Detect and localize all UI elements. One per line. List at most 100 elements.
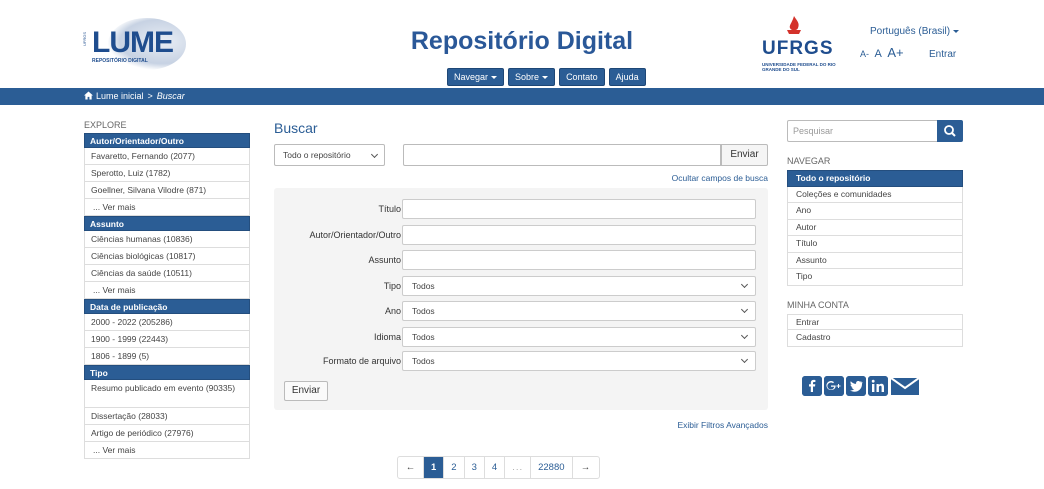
title-field[interactable] — [402, 199, 756, 219]
nav-ajuda-button[interactable]: Ajuda — [608, 68, 646, 86]
breadcrumb: Lume inicial > Buscar — [84, 91, 185, 101]
language-select[interactable]: Todos — [402, 327, 756, 347]
search-submit-button[interactable]: Enviar — [721, 144, 768, 166]
facet-item[interactable]: Ciências da saúde (10511) — [84, 265, 250, 282]
facet-item[interactable]: Goellner, Silvana Vilodre (871) — [84, 182, 250, 199]
prev-page-button[interactable]: ← — [398, 457, 424, 478]
facet-more-link[interactable]: ... Ver mais — [84, 282, 250, 299]
facet-item[interactable]: 1900 - 1999 (22443) — [84, 331, 250, 348]
google-plus-icon[interactable] — [824, 376, 844, 396]
caret-down-icon — [953, 29, 960, 33]
account-list: Entrar Cadastro — [787, 313, 963, 347]
chevron-down-icon — [740, 280, 749, 289]
search-button[interactable] — [937, 120, 963, 142]
ufrgs-logo[interactable]: UFRGS UNIVERSIDADE FEDERAL DO RIO GRANDE… — [760, 16, 838, 76]
advanced-submit-button[interactable]: Enviar — [284, 381, 328, 401]
search-input[interactable]: Pesquisar — [787, 120, 938, 142]
nav-item-collections[interactable]: Coleções e comunidades — [787, 186, 963, 203]
sidebar-search: Pesquisar — [787, 120, 963, 142]
login-link[interactable]: Entrar — [929, 49, 956, 60]
caret-down-icon — [542, 76, 549, 80]
nav-item-author[interactable]: Autor — [787, 219, 963, 236]
type-select[interactable]: Todos — [402, 276, 756, 296]
facet-item[interactable]: Resumo publicado em evento (90335) — [84, 380, 250, 408]
flame-icon — [787, 16, 801, 34]
subject-field[interactable] — [402, 250, 756, 270]
next-page-button[interactable]: → — [573, 457, 599, 478]
ufrgs-subtitle: UNIVERSIDADE FEDERAL DO RIO GRANDE DO SU… — [762, 62, 836, 72]
social-links — [802, 376, 920, 396]
font-reset-button[interactable]: A — [875, 48, 882, 60]
field-label: Ano — [384, 306, 401, 316]
page-2-button[interactable]: 2 — [444, 457, 465, 478]
year-select[interactable]: Todos — [402, 301, 756, 321]
breadcrumb-current: Buscar — [156, 91, 185, 101]
search-row: Todo o repositório Enviar — [274, 144, 768, 166]
show-advanced-filters-link[interactable]: Exibir Filtros Avançados — [677, 420, 768, 430]
nav-label: Ajuda — [615, 72, 639, 82]
advanced-search-panel: Título Autor/Orientador/Outro Assunto Ti… — [274, 188, 768, 410]
field-label: Assunto — [368, 255, 401, 265]
breadcrumb-bar: Lume inicial > Buscar — [0, 88, 1044, 105]
field-row-year: Ano Todos — [274, 301, 768, 321]
facet-more-link[interactable]: ... Ver mais — [84, 199, 250, 216]
facet-more-link[interactable]: ... Ver mais — [84, 442, 250, 459]
facet-item[interactable]: Dissertação (28033) — [84, 408, 250, 425]
field-label: Autor/Orientador/Outro — [309, 230, 401, 240]
facebook-icon[interactable] — [802, 376, 822, 396]
breadcrumb-home-link[interactable]: Lume inicial — [96, 91, 144, 101]
site-header: UFRGS LUME REPOSITÓRIO DIGITAL Repositór… — [0, 0, 1044, 88]
language-selector[interactable]: Português (Brasil) — [870, 26, 960, 37]
nav-item-year[interactable]: Ano — [787, 203, 963, 220]
facet-item[interactable]: 1806 - 1899 (5) — [84, 348, 250, 365]
font-decrease-button[interactable]: A- — [860, 49, 869, 59]
last-page-button[interactable]: 22880 — [531, 457, 573, 478]
ufrgs-word: UFRGS — [762, 38, 834, 59]
logo-subtitle: REPOSITÓRIO DIGITAL — [92, 58, 148, 64]
select-value: Todos — [412, 332, 435, 342]
facet-item[interactable]: 2000 - 2022 (205286) — [84, 314, 250, 331]
facet-item[interactable]: Sperotto, Luiz (1782) — [84, 165, 250, 182]
field-row-type: Tipo Todos — [274, 276, 768, 296]
navigate-heading: NAVEGAR — [787, 156, 831, 166]
account-login-link[interactable]: Entrar — [787, 313, 963, 330]
nav-item-all[interactable]: Todo o repositório — [787, 170, 963, 187]
facet-item[interactable]: Ciências biológicas (10817) — [84, 248, 250, 265]
field-row-title: Título — [274, 199, 768, 219]
top-navigation: Navegar Sobre Contato Ajuda — [447, 68, 646, 86]
file-format-select[interactable]: Todos — [402, 351, 756, 371]
twitter-icon[interactable] — [846, 376, 866, 396]
page-4-button[interactable]: 4 — [485, 457, 506, 478]
breadcrumb-separator: > — [147, 91, 153, 101]
nav-item-subject[interactable]: Assunto — [787, 252, 963, 269]
facet-item[interactable]: Favaretto, Fernando (2077) — [84, 148, 250, 165]
field-row-language: Idioma Todos — [274, 327, 768, 347]
facet-heading-subject: Assunto — [84, 216, 250, 231]
explore-sidebar: EXPLORE Autor/Orientador/Outro Favaretto… — [84, 120, 250, 459]
account-heading: MINHA CONTA — [787, 299, 849, 310]
page-3-button[interactable]: 3 — [465, 457, 485, 478]
nav-contato-button[interactable]: Contato — [559, 68, 605, 86]
hide-search-fields-link[interactable]: Ocultar campos de busca — [672, 173, 768, 183]
linkedin-icon[interactable] — [868, 376, 888, 396]
field-label: Idioma — [373, 332, 401, 342]
author-field[interactable] — [402, 225, 756, 245]
right-sidebar: Pesquisar NAVEGAR Todo o repositório Col… — [787, 120, 963, 396]
nav-item-type[interactable]: Tipo — [787, 269, 963, 286]
nav-item-title[interactable]: Título — [787, 236, 963, 253]
page-1-button[interactable]: 1 — [424, 457, 445, 478]
nav-navegar-button[interactable]: Navegar — [447, 68, 505, 86]
scope-select[interactable]: Todo o repositório — [274, 144, 385, 166]
select-value: Todos — [412, 356, 435, 366]
select-value: Todos — [412, 281, 435, 291]
account-register-link[interactable]: Cadastro — [787, 330, 963, 347]
font-increase-button[interactable]: A+ — [887, 45, 903, 60]
scope-value: Todo o repositório — [283, 150, 351, 160]
facet-item[interactable]: Artigo de periódico (27976) — [84, 425, 250, 442]
email-icon[interactable] — [890, 376, 920, 396]
nav-sobre-button[interactable]: Sobre — [508, 68, 556, 86]
field-label: Formato de arquivo — [322, 356, 401, 366]
page-title: Buscar — [274, 120, 318, 136]
facet-item[interactable]: Ciências humanas (10836) — [84, 231, 250, 248]
query-input[interactable] — [403, 144, 721, 166]
